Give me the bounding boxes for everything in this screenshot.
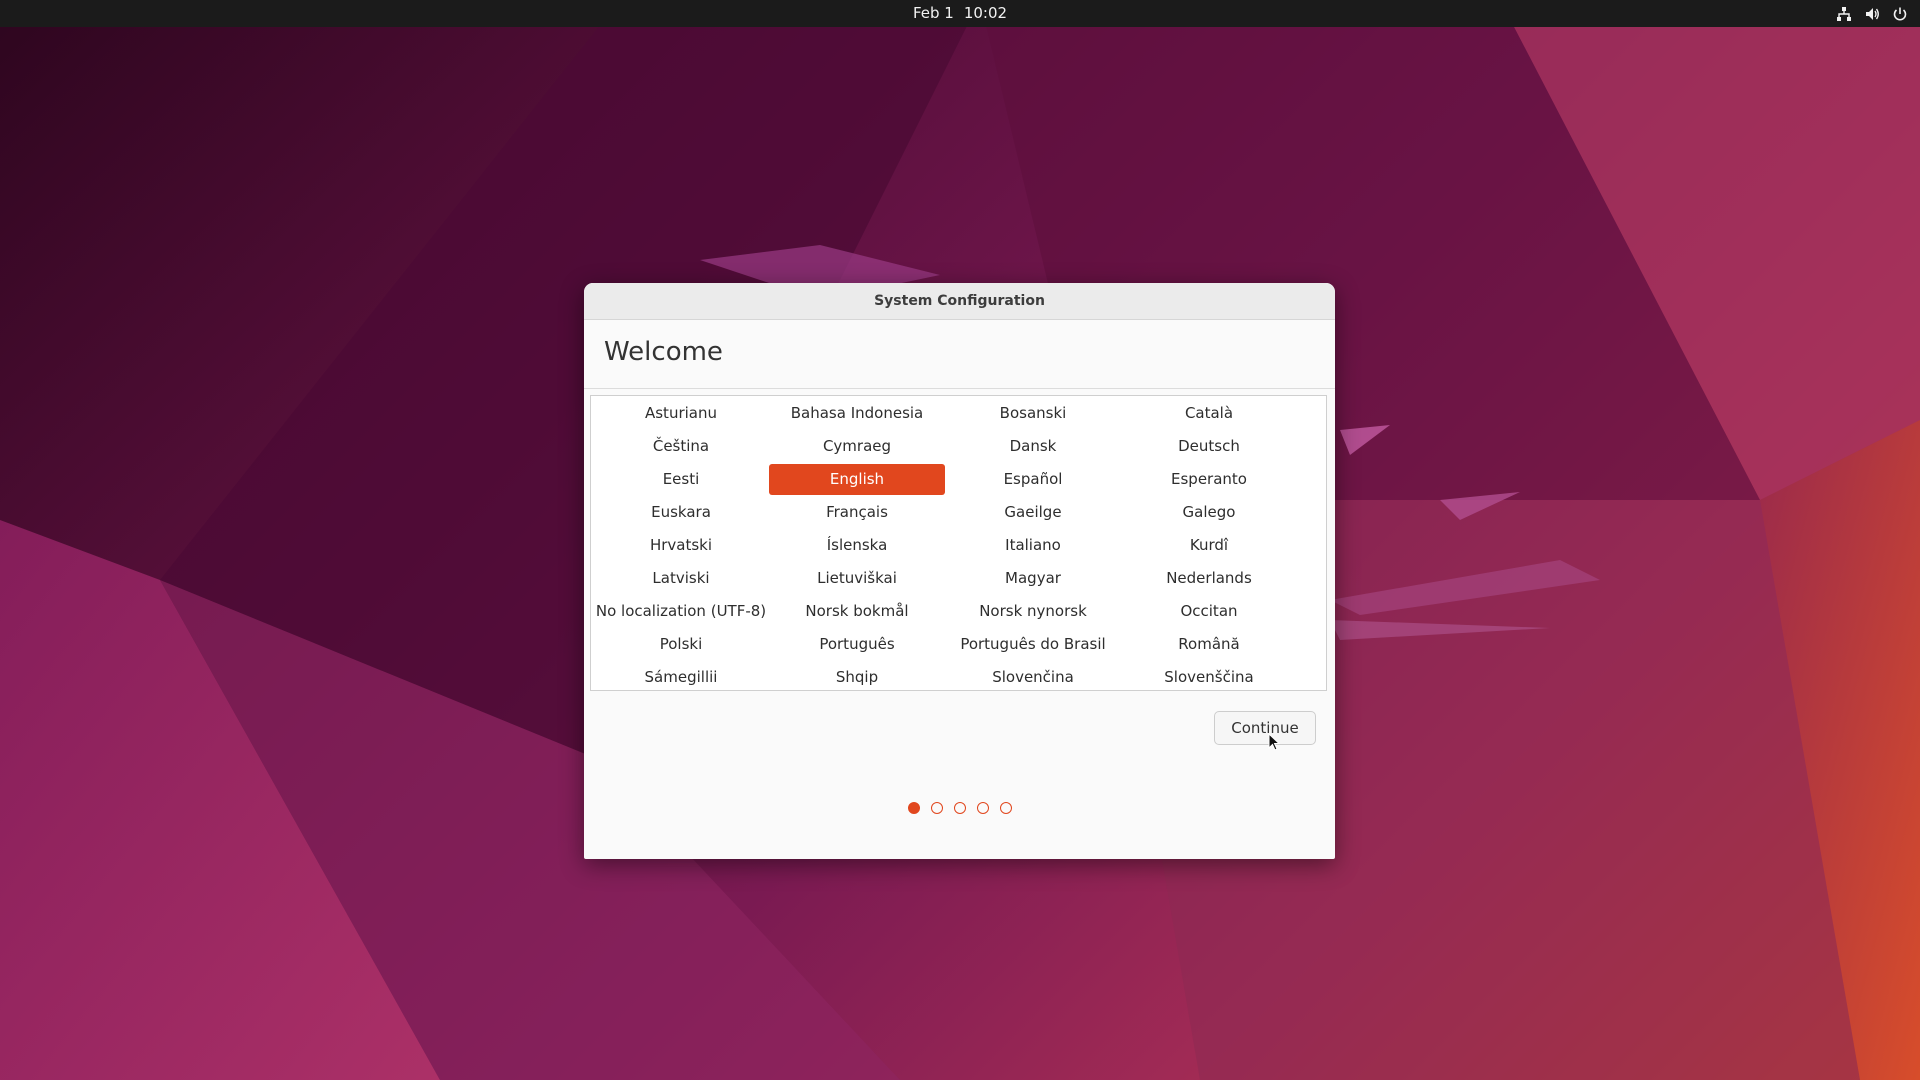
language-option[interactable]: Asturianu [593, 398, 769, 429]
network-icon[interactable] [1836, 6, 1852, 22]
language-option[interactable]: Cymraeg [769, 431, 945, 462]
page-dot-5 [999, 802, 1012, 814]
language-option[interactable]: Slovenščina [1121, 662, 1297, 693]
system-configuration-dialog: System Configuration Welcome Asturianu Ba… [584, 283, 1335, 859]
language-option[interactable]: Occitan [1121, 596, 1297, 627]
page-dot-2 [930, 802, 943, 814]
page-dot-4 [976, 802, 989, 814]
clock[interactable]: Feb 1 10:02 [0, 0, 1920, 27]
system-tray[interactable] [1836, 0, 1908, 27]
language-option[interactable]: Gaeilge [945, 497, 1121, 528]
volume-icon[interactable] [1864, 6, 1880, 22]
page-title: Welcome [604, 337, 723, 367]
language-option[interactable]: Dansk [945, 431, 1121, 462]
language-option[interactable]: Português [769, 629, 945, 660]
language-option[interactable]: Čeština [593, 431, 769, 462]
language-option[interactable]: Norsk nynorsk [945, 596, 1121, 627]
language-list[interactable]: Asturianu Bahasa Indonesia Bosanski Català Č… [590, 395, 1327, 691]
language-option[interactable]: Esperanto [1121, 464, 1297, 495]
top-bar: Feb 1 10:02 [0, 0, 1920, 27]
language-option[interactable]: Bahasa Indonesia [769, 398, 945, 429]
language-option[interactable]: Shqip [769, 662, 945, 693]
page-dot-3 [953, 802, 966, 814]
language-option[interactable]: English [769, 464, 945, 495]
language-option[interactable]: Hrvatski [593, 530, 769, 561]
page-indicator [584, 802, 1335, 818]
language-option[interactable]: Nederlands [1121, 563, 1297, 594]
language-option[interactable]: Português do Brasil [945, 629, 1121, 660]
dialog-titlebar[interactable]: System Configuration [584, 283, 1335, 320]
language-option[interactable]: Íslenska [769, 530, 945, 561]
language-option[interactable]: Norsk bokmål [769, 596, 945, 627]
language-option[interactable]: Español [945, 464, 1121, 495]
language-option[interactable]: Română [1121, 629, 1297, 660]
language-option[interactable]: Bosanski [945, 398, 1121, 429]
desktop: Feb 1 10:02 System Configuration Welcome… [0, 0, 1920, 1080]
clock-date: Feb 1 [912, 4, 954, 22]
language-option[interactable]: Galego [1121, 497, 1297, 528]
language-option[interactable]: No localization (UTF-8) [593, 596, 769, 627]
language-option[interactable]: Català [1121, 398, 1297, 429]
page-dot-1 [907, 802, 920, 814]
language-option[interactable]: Eesti [593, 464, 769, 495]
language-option[interactable]: Polski [593, 629, 769, 660]
language-option[interactable]: Italiano [945, 530, 1121, 561]
header-divider [584, 388, 1335, 389]
power-icon[interactable] [1892, 6, 1908, 22]
continue-button[interactable]: Continue [1214, 711, 1316, 745]
language-option[interactable]: Latviski [593, 563, 769, 594]
language-option[interactable]: Lietuviškai [769, 563, 945, 594]
language-option[interactable]: Kurdî [1121, 530, 1297, 561]
language-option[interactable]: Sámegillii [593, 662, 769, 693]
language-option[interactable]: Deutsch [1121, 431, 1297, 462]
clock-time: 10:02 [963, 4, 1008, 22]
language-option[interactable]: Euskara [593, 497, 769, 528]
language-option[interactable]: Slovenčina [945, 662, 1121, 693]
language-option[interactable]: Magyar [945, 563, 1121, 594]
mouse-cursor-icon [1268, 733, 1281, 751]
language-option[interactable]: Français [769, 497, 945, 528]
